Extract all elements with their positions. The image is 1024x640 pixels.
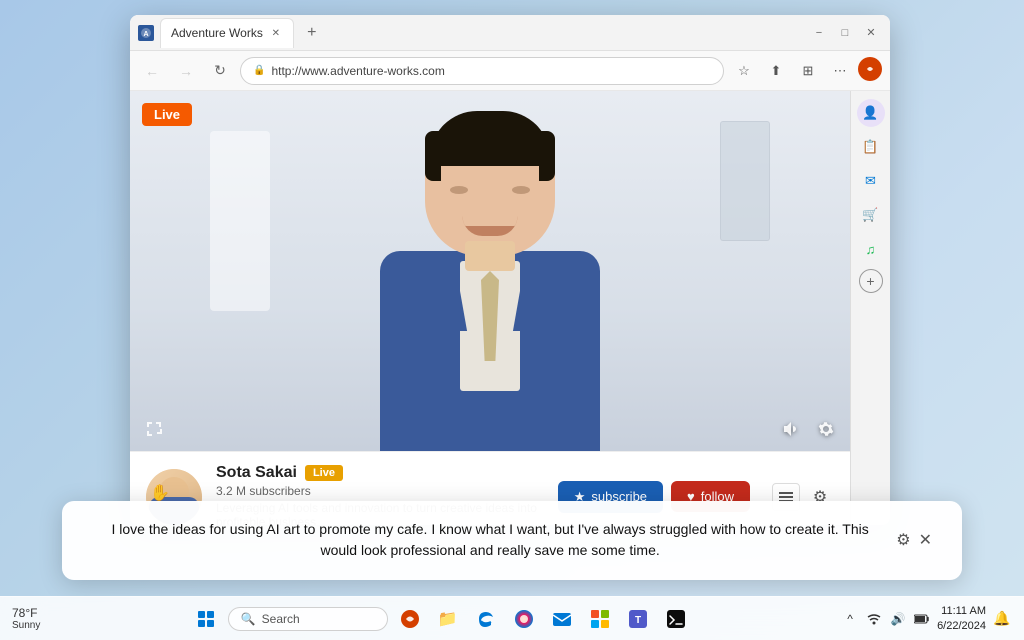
settings-button[interactable] <box>812 415 840 443</box>
copilot-close-button[interactable]: ✕ <box>919 530 932 550</box>
forward-button[interactable]: → <box>172 57 200 85</box>
window-controls: − □ ✕ <box>808 22 882 44</box>
taskbar-search[interactable]: 🔍 Search <box>228 607 388 631</box>
weather-widget[interactable]: 78°F Sunny <box>12 606 40 631</box>
browser-content: Live <box>130 91 850 525</box>
refresh-button[interactable]: ↻ <box>206 57 234 85</box>
volume-icon[interactable]: 🔊 <box>889 610 907 628</box>
volume-button[interactable] <box>776 415 804 443</box>
new-tab-button[interactable]: + <box>300 21 324 45</box>
weather-temperature: 78°F <box>12 606 40 620</box>
browser-tab[interactable]: Adventure Works ✕ <box>160 18 294 48</box>
more-icon[interactable]: ⋯ <box>826 57 854 85</box>
sidebar-music-icon[interactable]: ♫ <box>857 235 885 263</box>
svg-text:A: A <box>143 31 148 38</box>
svg-text:T: T <box>635 615 641 626</box>
taskbar-photos[interactable] <box>508 603 540 635</box>
collections-icon[interactable]: ⊞ <box>794 57 822 85</box>
copilot-bar: I love the ideas for using AI art to pro… <box>0 501 1024 596</box>
weather-description: Sunny <box>12 620 40 631</box>
title-bar: A Adventure Works ✕ + − □ ✕ <box>130 15 890 51</box>
start-button[interactable] <box>190 603 222 635</box>
sidebar-favorites-icon[interactable]: 📋 <box>857 133 885 161</box>
address-bar[interactable]: 🔒 http://www.adventure-works.com <box>240 57 724 85</box>
live-badge: Live <box>142 103 192 126</box>
taskbar-terminal[interactable] <box>660 603 692 635</box>
lock-icon: 🔒 <box>253 65 265 76</box>
network-icon[interactable]: ^ <box>841 610 859 628</box>
video-controls <box>776 415 840 443</box>
taskbar-store[interactable] <box>584 603 616 635</box>
taskbar-file-explorer[interactable]: 📁 <box>432 603 464 635</box>
nav-icons: ☆ ⬆ ⊞ ⋯ <box>730 57 882 85</box>
copilot-message: I love the ideas for using AI art to pro… <box>92 519 888 562</box>
subscriber-count: 3.2 M subscribers <box>216 484 544 498</box>
search-icon: 🔍 <box>241 612 256 626</box>
minimize-button[interactable]: − <box>808 22 830 44</box>
browser-favicon: A <box>138 25 154 41</box>
taskbar-teams[interactable]: T <box>622 603 654 635</box>
tab-close-button[interactable]: ✕ <box>269 26 283 40</box>
current-date: 6/22/2024 <box>937 619 986 633</box>
notification-button[interactable]: 🔔 <box>992 609 1012 629</box>
expand-button[interactable] <box>140 415 168 443</box>
sidebar-add-button[interactable]: + <box>859 269 883 293</box>
clock-display[interactable]: 11:11 AM 6/22/2024 <box>937 604 986 633</box>
tab-title: Adventure Works <box>171 26 263 40</box>
favorites-icon[interactable]: ☆ <box>730 57 758 85</box>
sidebar-email-icon[interactable]: ✉ <box>857 167 885 195</box>
browser-sidebar: 👤 📋 ✉ 🛒 ♫ + <box>850 91 890 525</box>
current-time: 11:11 AM <box>941 604 986 618</box>
copilot-settings-icon[interactable]: ⚙ <box>896 530 910 550</box>
sidebar-profile-icon[interactable]: 👤 <box>857 99 885 127</box>
windows-icon <box>198 611 214 627</box>
taskbar: 78°F Sunny 🔍 Search <box>0 596 1024 640</box>
copilot-card: I love the ideas for using AI art to pro… <box>62 501 962 580</box>
system-tray-icons: ^ 🔊 <box>841 610 931 628</box>
taskbar-edge[interactable] <box>470 603 502 635</box>
taskbar-right: ^ 🔊 11:11 AM 6/22/2024 🔔 <box>829 604 1024 633</box>
desktop: A Adventure Works ✕ + − □ ✕ ← → ↻ 🔒 http… <box>0 0 1024 640</box>
channel-live-pill: Live <box>305 465 343 481</box>
close-button[interactable]: ✕ <box>860 22 882 44</box>
taskbar-left: 78°F Sunny <box>0 606 52 631</box>
battery-icon[interactable] <box>913 610 931 628</box>
taskbar-center: 🔍 Search 📁 <box>52 603 829 635</box>
maximize-button[interactable]: □ <box>834 22 856 44</box>
taskbar-mail[interactable] <box>546 603 578 635</box>
channel-name-row: Sota Sakai Live <box>216 464 544 482</box>
video-thumbnail <box>130 91 850 451</box>
sidebar-shopping-icon[interactable]: 🛒 <box>857 201 885 229</box>
share-icon[interactable]: ⬆ <box>762 57 790 85</box>
channel-name: Sota Sakai <box>216 464 297 482</box>
back-button[interactable]: ← <box>138 57 166 85</box>
address-text: http://www.adventure-works.com <box>271 64 444 78</box>
nav-bar: ← → ↻ 🔒 http://www.adventure-works.com ☆… <box>130 51 890 91</box>
search-label: Search <box>262 612 300 626</box>
video-area: Live <box>130 91 850 451</box>
wifi-icon[interactable] <box>865 610 883 628</box>
taskbar-copilot[interactable] <box>394 603 426 635</box>
copilot-icon[interactable] <box>858 57 882 81</box>
browser-window: A Adventure Works ✕ + − □ ✕ ← → ↻ 🔒 http… <box>130 15 890 525</box>
